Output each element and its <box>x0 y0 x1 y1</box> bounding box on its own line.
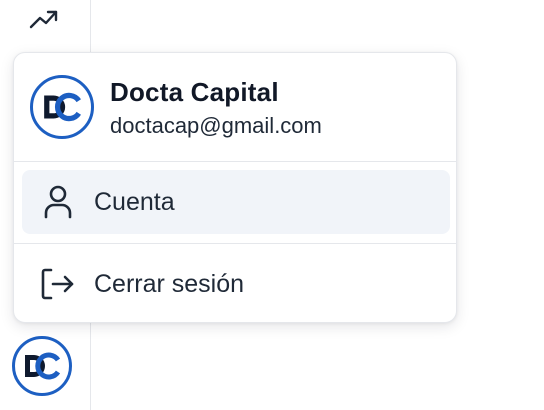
docta-logo-icon <box>30 75 94 139</box>
profile-email: doctacap@gmail.com <box>110 113 322 138</box>
logout-icon <box>22 267 94 301</box>
divider <box>14 161 456 162</box>
user-icon <box>22 185 94 219</box>
menu-item-label: Cuenta <box>94 187 175 216</box>
profile-header: Docta Capital doctacap@gmail.com <box>14 53 456 161</box>
trending-up-icon <box>29 10 58 29</box>
docta-logo-icon <box>12 336 72 396</box>
profile-name: Docta Capital <box>110 77 279 107</box>
account-dropdown-menu: Docta Capital doctacap@gmail.com Cuenta … <box>13 52 457 323</box>
account-avatar-button[interactable] <box>12 336 76 400</box>
menu-item-cuenta[interactable]: Cuenta <box>22 170 450 234</box>
menu-item-label: Cerrar sesión <box>94 269 245 298</box>
divider <box>14 243 456 244</box>
menu-item-cerrar-sesion[interactable]: Cerrar sesión <box>22 252 450 316</box>
trending-up-button[interactable] <box>26 4 62 34</box>
